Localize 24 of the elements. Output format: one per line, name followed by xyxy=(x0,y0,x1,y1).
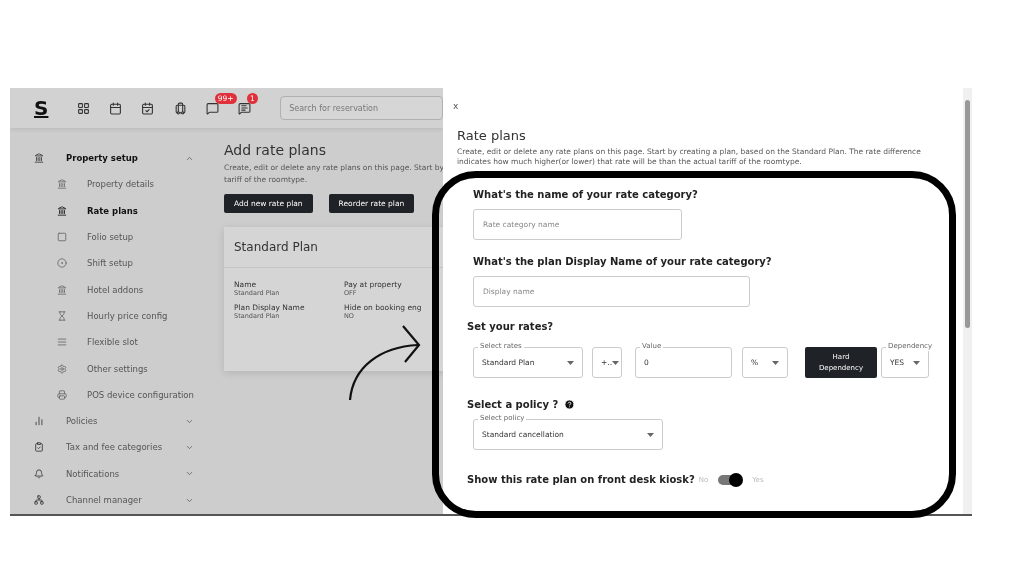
close-button[interactable]: x xyxy=(453,101,459,111)
sidebar-item[interactable]: Hotel addons xyxy=(87,284,194,295)
sidebar-item[interactable]: Property details xyxy=(87,179,194,190)
sidebar-item[interactable]: POS device configuration xyxy=(87,389,194,400)
sidebar-item[interactable]: Property setup xyxy=(66,153,185,164)
sidebar-item[interactable]: Shift setup xyxy=(87,258,194,269)
search-field[interactable]: Search for reservation xyxy=(280,96,443,120)
sidebar-item[interactable]: Channel manager xyxy=(66,495,185,505)
sidebar-item[interactable]: Hourly price config xyxy=(87,310,194,321)
sidebar-item[interactable]: Tax and fee categories xyxy=(66,442,185,453)
sidebar-item[interactable]: Policies xyxy=(66,416,185,427)
question-text: Select a policy ? xyxy=(467,399,559,410)
page-title: Add rate plans xyxy=(224,142,327,158)
question-text: What's the name of your rate category? xyxy=(473,189,699,200)
sidebar-item[interactable]: Rate plans xyxy=(87,205,194,216)
question-text: Set your rates? xyxy=(467,321,555,332)
sidebar-item[interactable]: Flexible slot xyxy=(87,337,194,348)
question-text: What's the plan Display Name of your rate category? xyxy=(473,256,773,267)
drawer-title: Rate plans xyxy=(457,128,527,143)
sidebar-item[interactable]: Other settings xyxy=(87,363,194,374)
sidebar-item[interactable]: Notifications xyxy=(66,468,185,479)
question-text: Show this rate plan on front desk kiosk? xyxy=(467,474,695,485)
sidebar-item[interactable]: Folio setup xyxy=(87,232,194,243)
logo: S xyxy=(34,96,50,120)
